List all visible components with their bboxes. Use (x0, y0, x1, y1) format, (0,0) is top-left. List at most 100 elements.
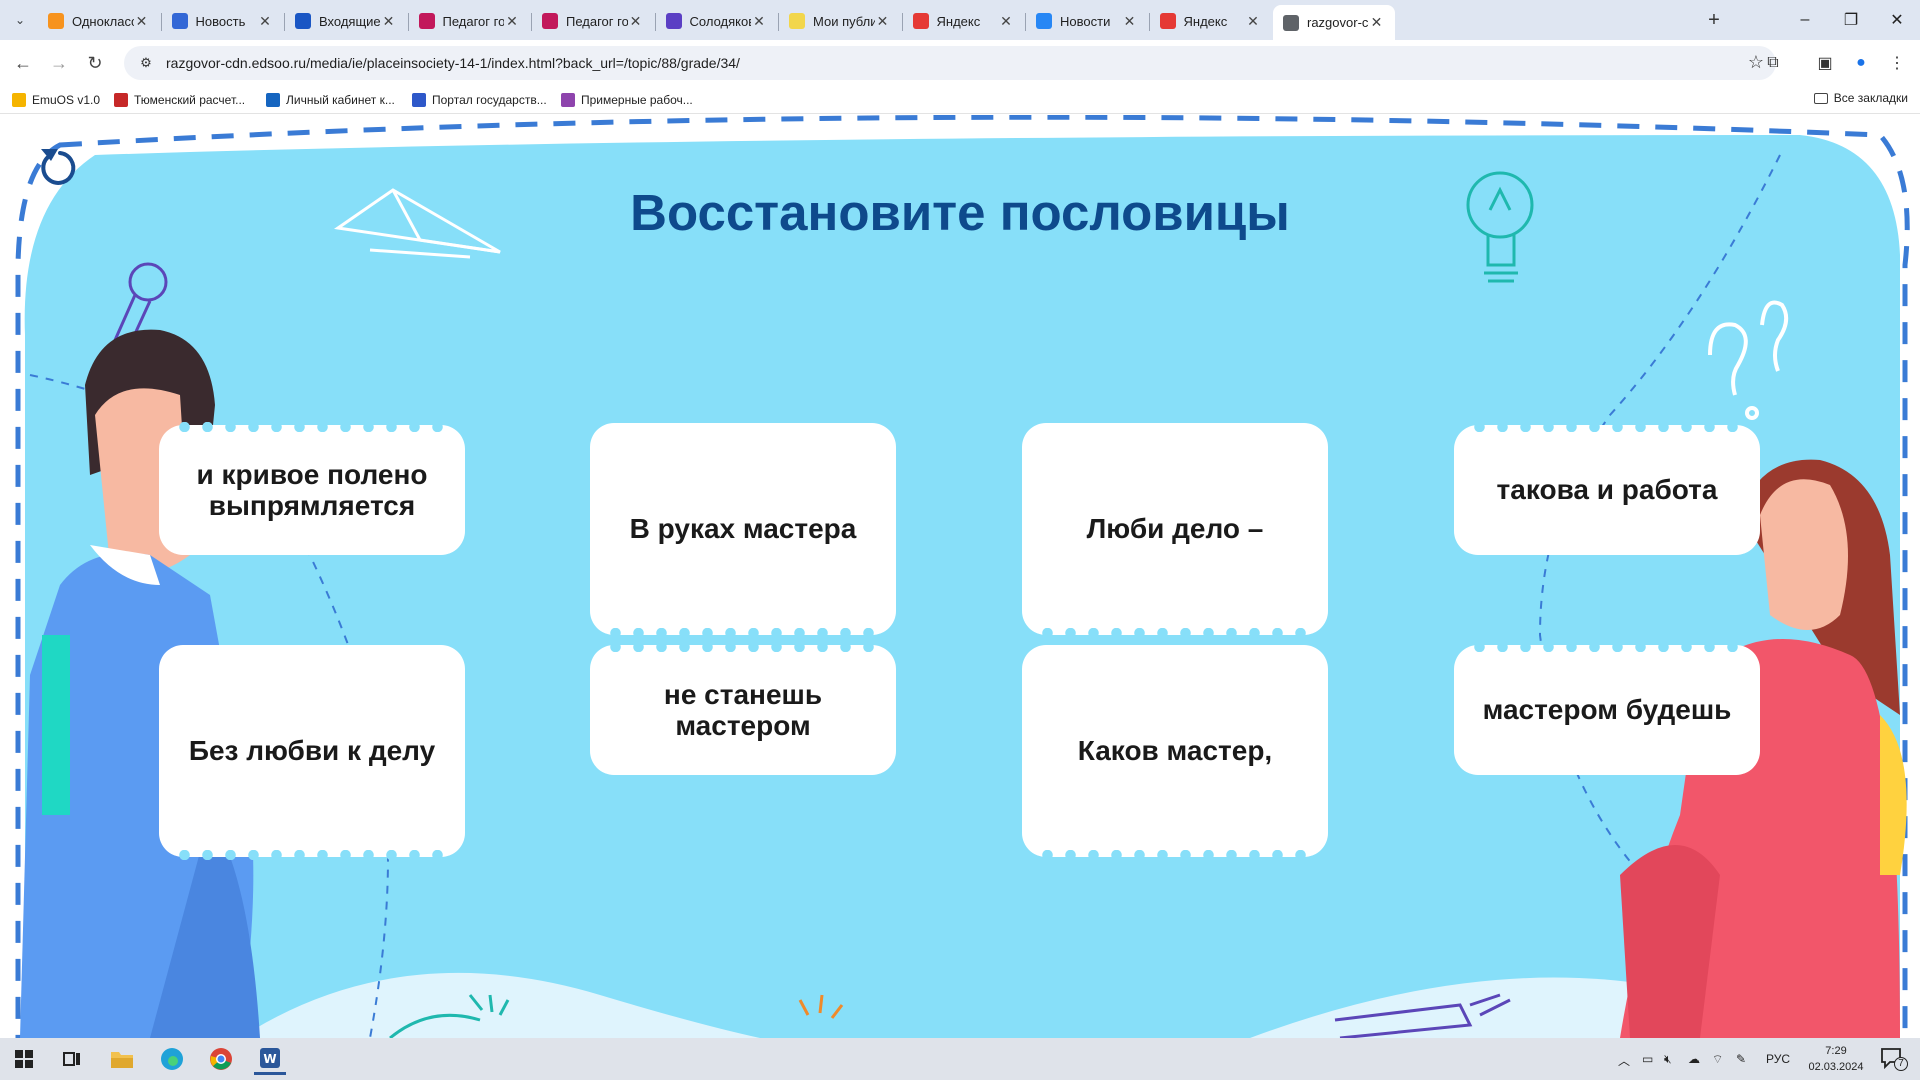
file-explorer-icon[interactable] (106, 1043, 138, 1075)
tray-chevron-icon[interactable]: ︿ (1618, 1052, 1630, 1069)
browser-tab[interactable]: Входящие - По✕ (285, 5, 407, 37)
browser-tab[interactable]: Новости ✕ (1026, 5, 1148, 37)
close-window-button[interactable]: ✕ (1874, 6, 1920, 34)
tab-search-icon[interactable]: ⌄ (8, 8, 32, 32)
proverb-card[interactable]: мастером будешь (1454, 642, 1760, 775)
language-indicator[interactable]: РУС (1766, 1052, 1790, 1066)
menu-dots-icon[interactable]: ⋮ (1886, 52, 1908, 74)
bookmark-item[interactable]: Портал государств... (412, 91, 547, 109)
notifications-button[interactable]: 7 (1880, 1046, 1910, 1072)
browser-tab[interactable]: Мои публикац✕ (779, 5, 901, 37)
mail-icon (295, 13, 311, 29)
extensions-icon[interactable]: ⧉ (1762, 52, 1784, 74)
bookmark-label: Тюменский расчет... (134, 93, 246, 107)
browser-tab[interactable]: Одноклассник✕ (38, 5, 160, 37)
close-tab-icon[interactable]: ✕ (751, 13, 767, 30)
bookmark-favicon-icon (561, 93, 575, 107)
bookmark-item[interactable]: Примерные рабоч... (561, 91, 693, 109)
close-tab-icon[interactable]: ✕ (1245, 13, 1261, 30)
bookmark-favicon-icon (12, 93, 26, 107)
page-title: Восстановите пословицы (630, 184, 1290, 241)
browser-tab[interactable]: Солодякова С✕ (656, 5, 778, 37)
back-arrow-icon[interactable]: ← (8, 48, 38, 78)
proverb-card[interactable]: В руках мастера (590, 423, 896, 638)
browser-tab[interactable]: razgovor-cdn.e✕ (1273, 5, 1395, 40)
browser-tab[interactable]: Педагог года 2✕ (532, 5, 654, 37)
svg-text:W: W (263, 1052, 276, 1066)
game-area: Восстановите пословицы и кривое полено в… (0, 115, 1920, 1038)
browser-toolbar: ← → ↻ ⚙ razgovor-cdn.edsoo.ru/media/ie/p… (0, 40, 1920, 86)
bookmark-label: Личный кабинет к... (286, 93, 395, 107)
onedrive-icon[interactable]: ☁ (1688, 1052, 1700, 1066)
site-info-icon[interactable]: ⚙ (134, 55, 158, 71)
reload-icon[interactable]: ↻ (80, 48, 110, 78)
close-tab-icon[interactable]: ✕ (1369, 14, 1385, 31)
tab-site-icon (171, 13, 188, 29)
proverb-card[interactable]: Без любви к делу (159, 645, 465, 860)
yandex-icon (912, 13, 929, 29)
folder-icon (1813, 92, 1828, 104)
proverb-card-text: Каков мастер, (1077, 735, 1273, 767)
pedagog-icon (542, 13, 558, 29)
windows-start-icon[interactable] (8, 1043, 40, 1075)
close-tab-icon[interactable]: ✕ (998, 13, 1014, 30)
browser-tab[interactable]: Яндекс ✕ (1150, 5, 1272, 37)
publications-icon (789, 13, 805, 29)
tab-title: Педагог года 2 (442, 13, 505, 29)
close-tab-icon[interactable]: ✕ (134, 13, 150, 30)
background-decoration (15, 115, 1910, 1038)
proverb-card[interactable]: Каков мастер, (1022, 645, 1328, 860)
proverb-card[interactable]: не станешь мастером (590, 642, 896, 775)
clock-time: 7:29 (1825, 1045, 1847, 1057)
all-bookmarks-button[interactable]: Все закладки (1813, 91, 1908, 105)
chrome-icon[interactable] (205, 1043, 237, 1075)
browser-tab[interactable]: Педагог года 2✕ (409, 5, 531, 37)
task-view-icon[interactable] (56, 1043, 88, 1075)
proverb-card-text: не станешь мастером (663, 678, 823, 741)
bookmark-label: EmuOS v1.0 (32, 93, 101, 107)
close-tab-icon[interactable]: ✕ (381, 13, 397, 30)
browser-tab[interactable]: Яндекс ✕ (903, 5, 1025, 37)
minimize-button[interactable]: – (1782, 6, 1828, 34)
pen-icon[interactable]: ✎ (1736, 1052, 1746, 1066)
side-panel-icon[interactable]: ▣ (1814, 52, 1836, 74)
close-tab-icon[interactable]: ✕ (504, 13, 520, 30)
tab-title: Новость (195, 13, 246, 29)
card-perforation (604, 628, 882, 638)
notification-count: 7 (1894, 1057, 1908, 1071)
close-tab-icon[interactable]: ✕ (257, 13, 273, 30)
close-tab-icon[interactable]: ✕ (1122, 13, 1138, 30)
bookmark-item[interactable]: EmuOS v1.0 (12, 91, 100, 109)
bookmark-item[interactable]: Личный кабинет к... (266, 91, 395, 109)
proverb-card[interactable]: Люби дело – (1022, 423, 1328, 638)
new-tab-button[interactable]: + (1702, 8, 1726, 32)
card-perforation (173, 850, 451, 860)
address-bar[interactable]: ⚙ razgovor-cdn.edsoo.ru/media/ie/placein… (124, 46, 1776, 80)
system-clock[interactable]: 7:29 02.03.2024 (1808, 1043, 1864, 1075)
tab-title: Новости (1060, 13, 1111, 29)
edge-icon[interactable] (156, 1043, 188, 1075)
card-perforation (604, 642, 882, 652)
word-icon[interactable]: W (254, 1043, 286, 1075)
browser-tab[interactable]: Новость ✕ (162, 5, 284, 37)
restore-button[interactable]: ❐ (1828, 6, 1874, 34)
bookmark-favicon-icon (266, 93, 280, 107)
browser-tab-strip: ⌄ Одноклассник✕Новость✕Входящие - По✕Пед… (0, 0, 1920, 40)
proverb-card[interactable]: и кривое полено выпрямляется (159, 422, 465, 555)
tab-title: razgovor-cdn.e (1307, 15, 1369, 30)
meet-now-icon[interactable]: ▭ (1642, 1052, 1653, 1066)
proverb-card[interactable]: такова и работа (1454, 422, 1760, 555)
wifi-icon[interactable]: ⌔ (1712, 1052, 1723, 1067)
volume-muted-icon[interactable]: 🔇︎ (1664, 1052, 1672, 1067)
proverb-card-text: такова и работа (1496, 474, 1718, 506)
forward-arrow-icon[interactable]: → (44, 48, 74, 78)
tab-title: Одноклассник (72, 13, 134, 29)
close-tab-icon[interactable]: ✕ (628, 13, 644, 30)
card-perforation (173, 422, 451, 432)
bookmarks-bar: EmuOS v1.0 Тюменский расчет... Личный каби… (0, 86, 1920, 114)
url-text[interactable]: razgovor-cdn.edsoo.ru/media/ie/placeinso… (166, 55, 740, 71)
close-tab-icon[interactable]: ✕ (875, 13, 891, 30)
bookmark-item[interactable]: Тюменский расчет... (114, 91, 245, 109)
proverb-card-text: мастером будешь (1482, 694, 1732, 726)
profile-avatar-icon[interactable]: ● (1850, 52, 1872, 74)
